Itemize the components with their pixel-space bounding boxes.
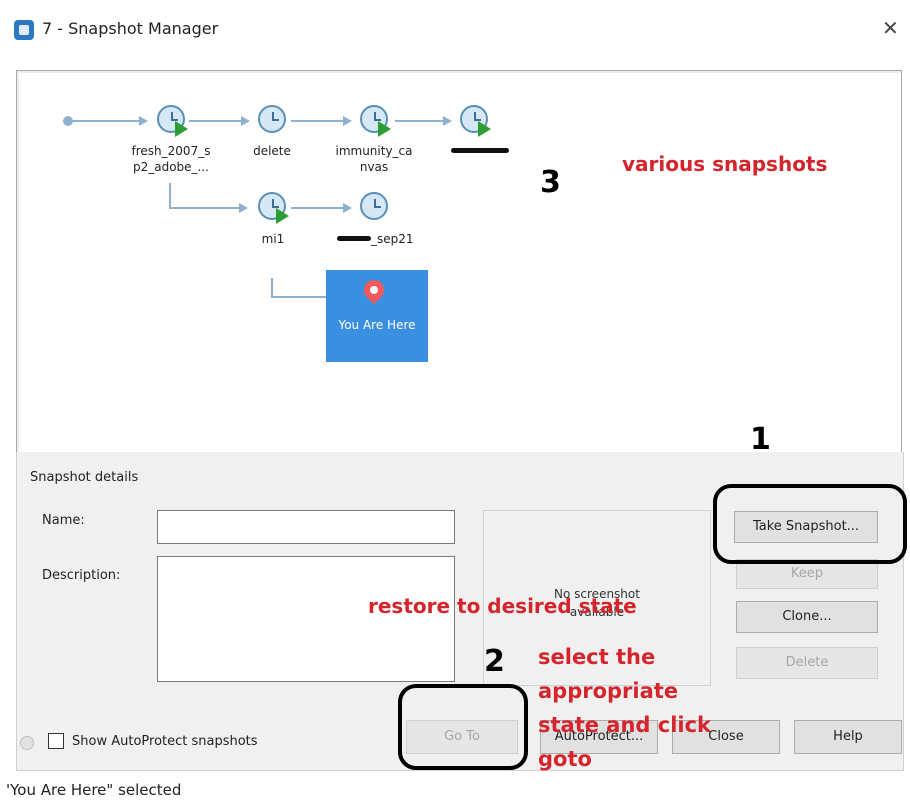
snapshot-label[interactable]: mi1 — [243, 231, 303, 247]
snapshot-node-icon[interactable] — [360, 192, 388, 220]
snapshot-node-icon[interactable] — [157, 105, 188, 137]
show-autoprotect-checkbox[interactable] — [48, 733, 64, 749]
annotation-number-2: 2 — [484, 644, 505, 679]
arrowhead — [241, 116, 250, 126]
annotation-restore: restore to desired state — [368, 594, 637, 618]
snapshot-node-icon[interactable] — [258, 192, 289, 224]
delete-button[interactable]: Delete — [736, 647, 878, 679]
snapshot-node-icon[interactable] — [360, 105, 391, 137]
you-are-here-label: You Are Here — [338, 318, 416, 332]
annotation-select-goto: select the appropriate state and click g… — [538, 645, 712, 771]
help-button[interactable]: Help — [794, 720, 902, 754]
connector — [169, 183, 239, 209]
details-group-title: Snapshot details — [30, 470, 139, 485]
annotation-circle-goto — [398, 684, 528, 770]
help-circle-icon[interactable] — [20, 736, 34, 750]
arrowhead — [343, 203, 352, 213]
arrowhead — [343, 116, 352, 126]
snapshot-node-icon[interactable] — [460, 105, 491, 137]
description-label: Description: — [42, 568, 121, 583]
redaction-mark — [451, 148, 509, 153]
annotation-various-snapshots: various snapshots — [622, 152, 828, 176]
connector — [271, 278, 333, 298]
arrowhead — [239, 203, 248, 213]
window-title: 7 - Snapshot Manager — [42, 19, 219, 38]
snapshot-tree-panel[interactable]: fresh_2007_s p2_adobe_... delete immunit… — [16, 70, 902, 454]
play-icon — [478, 121, 491, 137]
location-pin-icon — [359, 275, 389, 305]
name-field[interactable] — [157, 510, 455, 544]
play-icon — [276, 208, 289, 224]
arrowhead — [139, 116, 148, 126]
snapshot-label[interactable]: _sep21 — [371, 231, 431, 247]
clone-button[interactable]: Clone... — [736, 601, 878, 633]
play-icon — [175, 121, 188, 137]
snapshot-label[interactable]: delete — [233, 143, 311, 159]
snapshot-node-icon[interactable] — [258, 105, 286, 133]
play-icon — [378, 121, 391, 137]
snapshot-connectors — [63, 116, 452, 302]
description-field[interactable] — [157, 556, 455, 682]
name-label: Name: — [42, 513, 85, 528]
close-window-icon[interactable]: ✕ — [882, 16, 899, 40]
annotation-number-3: 3 — [540, 165, 561, 200]
snapshot-label[interactable]: fresh_2007_s p2_adobe_... — [109, 143, 233, 175]
vmware-app-icon — [14, 20, 34, 40]
annotation-circle-take-snapshot — [713, 484, 907, 564]
snapshot-label[interactable]: immunity_ca nvas — [319, 143, 429, 175]
you-are-here-node[interactable]: You Are Here — [326, 270, 428, 362]
status-text: 'You Are Here" selected — [6, 781, 182, 799]
redaction-mark — [337, 236, 371, 241]
show-autoprotect-label: Show AutoProtect snapshots — [72, 734, 258, 749]
arrowhead — [443, 116, 452, 126]
